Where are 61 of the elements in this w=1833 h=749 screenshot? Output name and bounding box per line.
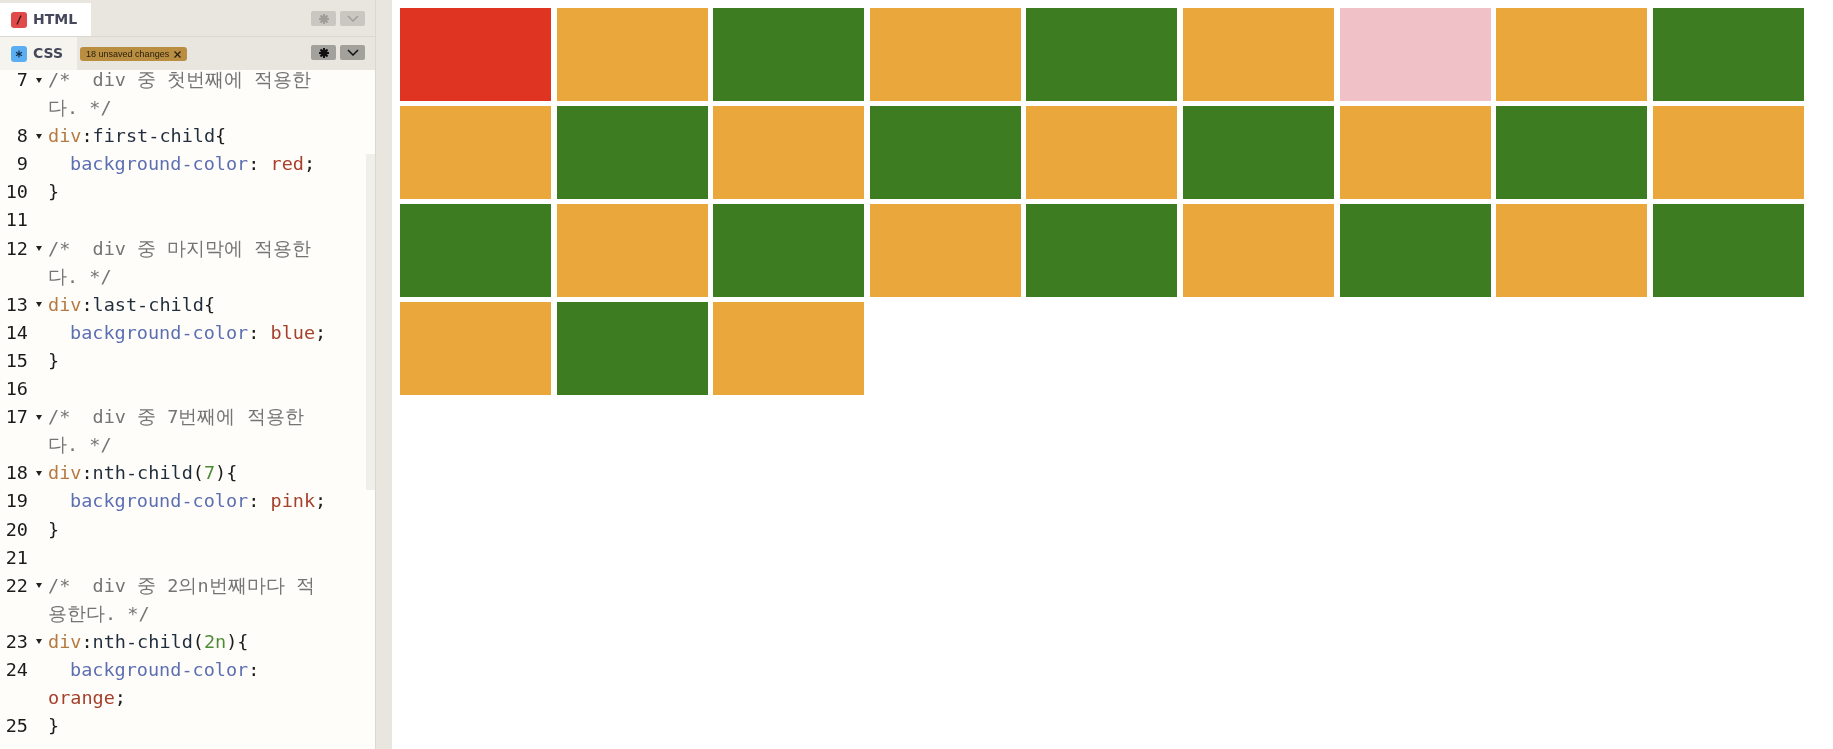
code-line: div:nth-child(2n){	[48, 629, 249, 654]
code-line: div:last-child{	[48, 292, 216, 317]
fold-caret-icon[interactable]	[36, 133, 42, 139]
code-line: background-color: pink;	[70, 489, 327, 514]
code-line: }	[48, 348, 60, 373]
line-number: 23	[5, 629, 28, 654]
code-line: orange;	[48, 686, 126, 711]
slash-tile-icon	[11, 11, 27, 28]
fold-caret-icon[interactable]	[36, 77, 42, 83]
code-line: /* div 중 2의n번째마다 적	[48, 573, 315, 598]
code-line: }	[48, 180, 60, 205]
scrollbar-thumb[interactable]	[366, 154, 375, 490]
collapse-button[interactable]	[340, 45, 365, 60]
settings-button[interactable]	[311, 45, 336, 60]
close-icon[interactable]	[174, 50, 182, 58]
line-number: 10	[5, 180, 28, 205]
fold-caret-icon[interactable]	[36, 583, 42, 589]
fold-caret-icon[interactable]	[36, 246, 42, 252]
line-number: 15	[5, 348, 28, 373]
fold-caret-icon[interactable]	[36, 414, 42, 420]
fold-caret-icon[interactable]	[36, 639, 42, 645]
gear-icon	[318, 47, 329, 58]
line-number: 21	[5, 545, 28, 570]
code-line: div:first-child{	[48, 124, 227, 149]
chevron-down-icon	[346, 15, 359, 22]
line-number: 9	[16, 152, 28, 177]
code-line: 다. */	[48, 96, 112, 121]
code-line: /* div 중 마지막에 적용한	[48, 236, 312, 261]
line-number: 20	[5, 517, 28, 542]
code-line: background-color:	[70, 657, 260, 682]
asterisk-tile-icon	[11, 45, 27, 62]
code-line: 용한다. */	[48, 601, 150, 626]
unsaved-changes-text: 18 unsaved changes	[86, 48, 170, 60]
line-number: 25	[5, 714, 28, 739]
line-number: 16	[5, 377, 28, 402]
fold-caret-icon[interactable]	[36, 302, 42, 308]
line-number: 24	[5, 657, 28, 682]
code-line: /* div 중 7번째에 적용한	[48, 405, 304, 430]
line-number: 14	[5, 320, 28, 345]
line-number: 8	[16, 124, 28, 149]
line-number: 18	[5, 461, 28, 486]
code-line: 다. */	[48, 264, 112, 289]
line-number: 17	[5, 405, 28, 430]
line-number: 22	[5, 573, 28, 598]
line-number: 11	[5, 208, 28, 233]
code-line: 다. */	[48, 433, 112, 458]
panel-tab[interactable]: HTML	[0, 3, 92, 36]
code-line: div:nth-child(7){	[48, 461, 238, 486]
code-line: background-color: blue;	[70, 320, 327, 345]
gear-icon	[318, 13, 329, 24]
fold-caret-icon[interactable]	[36, 470, 42, 476]
line-number: 7	[16, 68, 28, 92]
code-line: /* div 중 첫번째에 적용한	[48, 68, 312, 92]
code-line: }	[48, 517, 60, 542]
line-number: 13	[5, 292, 28, 317]
chevron-down-icon	[346, 49, 359, 56]
code-line: background-color: red;	[70, 152, 316, 177]
code-line: }	[48, 714, 60, 739]
line-number: 12	[5, 236, 28, 261]
panel-tab[interactable]: CSS	[0, 37, 78, 70]
line-number: 19	[5, 489, 28, 514]
